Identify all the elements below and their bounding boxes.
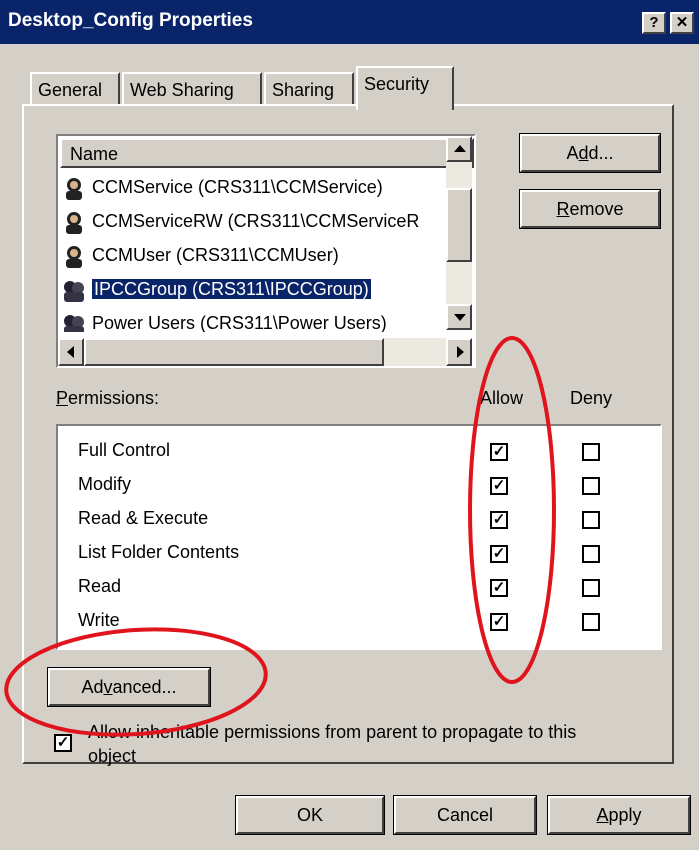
permission-name: Read & Execute (78, 508, 209, 528)
deny-checkbox[interactable] (582, 613, 600, 631)
group-icon (62, 312, 86, 332)
tab-general[interactable]: General (30, 72, 120, 106)
horizontal-scroll-thumb[interactable] (84, 338, 384, 366)
users-list[interactable]: Name CCMService (CRS311\CCMService) CCMS… (56, 134, 476, 368)
arrow-up-icon (454, 145, 466, 152)
inherit-permissions-label: Allow inheritable permissions from paren… (88, 722, 577, 742)
allow-checkbox[interactable]: ✓ (490, 477, 508, 495)
permission-name: Read (78, 576, 122, 596)
user-icon (62, 210, 86, 235)
permission-name: List Folder Contents (78, 542, 240, 562)
tab-web-sharing[interactable]: Web Sharing (122, 72, 262, 106)
close-button[interactable]: ✕ (670, 12, 694, 34)
deny-checkbox[interactable] (582, 579, 600, 597)
tab-security[interactable]: Security (356, 66, 454, 110)
list-item-selected[interactable]: IPCCGroup (CRS311\IPCCGroup) (62, 274, 470, 306)
deny-column-header: Deny (570, 388, 613, 408)
arrow-right-icon (457, 346, 464, 358)
list-item[interactable]: CCMServiceRW (CRS311\CCMServiceR (62, 206, 470, 238)
allow-checkbox[interactable]: ✓ (490, 545, 508, 563)
advanced-button[interactable]: Advanced... (47, 667, 211, 707)
allow-checkbox[interactable]: ✓ (490, 613, 508, 631)
user-icon (62, 244, 86, 269)
list-header-name[interactable]: Name (60, 138, 474, 168)
add-button[interactable]: Add... (519, 133, 661, 173)
permission-name: Modify (78, 474, 132, 494)
checkmark-icon: ✓ (56, 734, 70, 751)
scroll-right-button[interactable] (446, 338, 472, 366)
permissions-label: Permissions: (56, 388, 160, 408)
cancel-button[interactable]: Cancel (393, 795, 537, 835)
list-item[interactable]: CCMUser (CRS311\CCMUser) (62, 240, 470, 272)
inherit-permissions-label-cont: object (88, 746, 137, 766)
apply-button[interactable]: Apply (547, 795, 691, 835)
arrow-down-icon (454, 314, 466, 321)
allow-checkbox[interactable]: ✓ (490, 511, 508, 529)
allow-checkbox[interactable]: ✓ (490, 443, 508, 461)
ok-button[interactable]: OK (235, 795, 385, 835)
scroll-down-button[interactable] (446, 304, 472, 330)
group-icon (62, 278, 86, 303)
allow-checkbox[interactable]: ✓ (490, 579, 508, 597)
deny-checkbox[interactable] (582, 443, 600, 461)
permission-name: Write (78, 610, 120, 630)
deny-checkbox[interactable] (582, 545, 600, 563)
remove-button[interactable]: Remove (519, 189, 661, 229)
scroll-up-button[interactable] (446, 136, 472, 162)
help-button[interactable]: ? (642, 12, 666, 34)
arrow-left-icon (67, 346, 74, 358)
allow-column-header: Allow (480, 388, 524, 408)
list-item[interactable]: Power Users (CRS311\Power Users) (62, 308, 470, 332)
deny-checkbox[interactable] (582, 511, 600, 529)
tab-sharing[interactable]: Sharing (264, 72, 354, 106)
window-title: Desktop_Config Properties (8, 10, 253, 31)
scroll-left-button[interactable] (58, 338, 84, 366)
inherit-permissions-checkbox[interactable]: ✓ (54, 734, 72, 752)
permission-name: Full Control (78, 440, 171, 460)
scroll-thumb[interactable] (446, 188, 472, 262)
deny-checkbox[interactable] (582, 477, 600, 495)
list-item[interactable]: CCMService (CRS311\CCMService) (62, 172, 470, 204)
user-icon (62, 176, 86, 201)
